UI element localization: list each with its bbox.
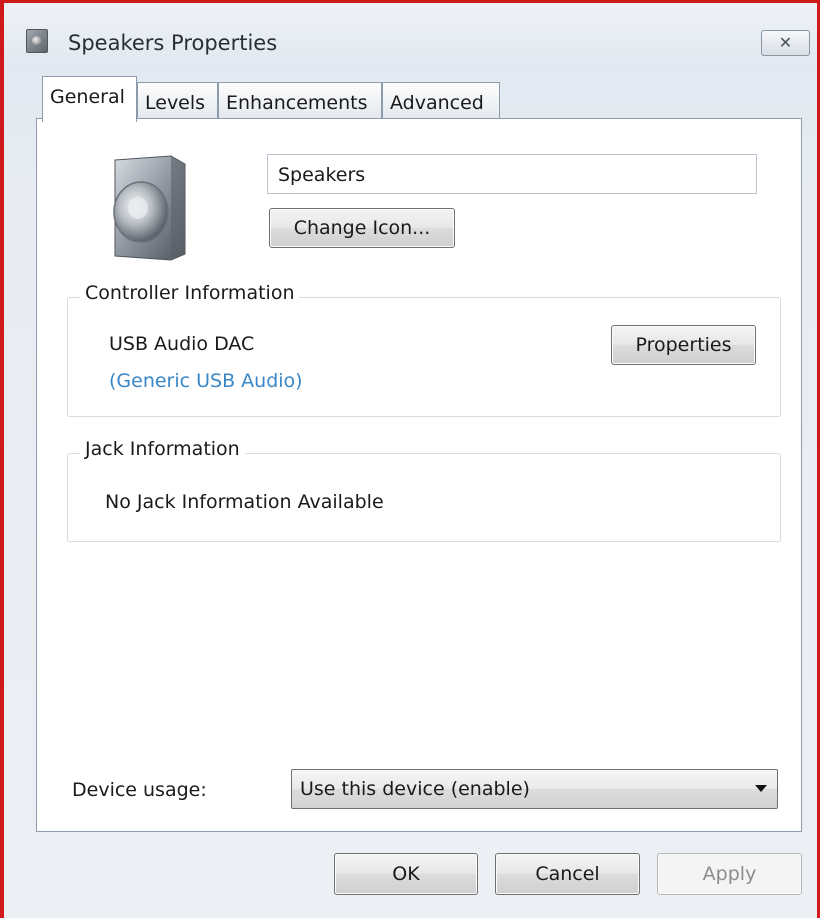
device-usage-label: Device usage: xyxy=(72,779,207,801)
jack-information-legend: Jack Information xyxy=(80,438,245,460)
device-name-input[interactable]: Speakers xyxy=(267,154,757,194)
device-usage-select[interactable]: Use this device (enable) xyxy=(291,769,778,809)
device-usage-value: Use this device (enable) xyxy=(300,778,530,800)
controller-name: USB Audio DAC xyxy=(109,333,255,355)
close-icon: ✕ xyxy=(778,33,793,52)
jack-information-group: Jack Information No Jack Information Ava… xyxy=(67,438,781,542)
tab-advanced[interactable]: Advanced xyxy=(382,82,500,120)
window-title: Speakers Properties xyxy=(68,31,278,55)
cancel-button[interactable]: Cancel xyxy=(495,853,640,895)
speaker-icon xyxy=(113,155,186,261)
speaker-app-icon xyxy=(26,29,48,53)
tab-levels-label: Levels xyxy=(145,92,206,114)
ok-button[interactable]: OK xyxy=(334,853,478,895)
tab-general[interactable]: General xyxy=(42,76,137,122)
tab-advanced-label: Advanced xyxy=(390,92,484,114)
controller-information-legend: Controller Information xyxy=(80,282,300,304)
tab-enhancements-label: Enhancements xyxy=(226,92,368,114)
jack-information-text: No Jack Information Available xyxy=(105,491,384,513)
speakers-properties-dialog: Speakers Properties ✕ General Levels Enh… xyxy=(0,0,820,918)
close-button[interactable]: ✕ xyxy=(761,30,810,56)
tab-general-label: General xyxy=(50,86,125,108)
apply-button[interactable]: Apply xyxy=(657,853,802,895)
tab-levels[interactable]: Levels xyxy=(137,82,218,120)
controller-information-group: Controller Information USB Audio DAC (Ge… xyxy=(67,282,781,417)
controller-properties-button[interactable]: Properties xyxy=(611,325,756,365)
general-tab-panel: Speakers Change Icon... Controller Infor… xyxy=(36,118,802,832)
change-icon-button[interactable]: Change Icon... xyxy=(269,208,455,248)
title-bar[interactable]: Speakers Properties ✕ xyxy=(4,3,817,65)
controller-driver: (Generic USB Audio) xyxy=(109,370,303,392)
tab-enhancements[interactable]: Enhancements xyxy=(218,82,382,120)
chevron-down-icon xyxy=(755,785,767,792)
